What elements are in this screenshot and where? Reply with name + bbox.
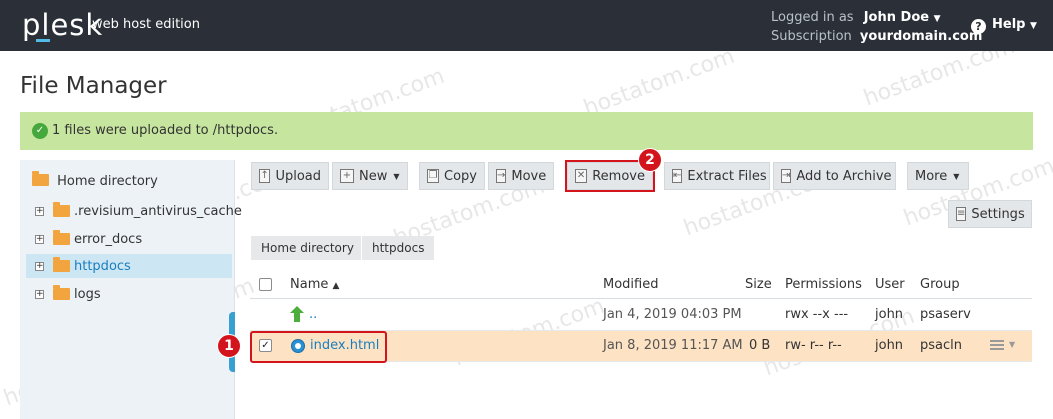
help-label: Help [992,17,1026,32]
tree-item-logs[interactable]: + logs [35,282,101,306]
subscription-label: Subscription [771,29,852,44]
remove-icon: ✕ [575,169,588,183]
tree-item-error-docs[interactable]: + error_docs [35,227,142,251]
column-header-size[interactable]: Size [745,277,772,292]
copy-label: Copy [444,168,477,184]
settings-button[interactable]: ≡ Settings [948,200,1032,228]
folder-icon [53,257,70,272]
row-modified: Jan 4, 2019 04:03 PM [603,307,742,322]
folder-icon [53,202,70,217]
folder-icon [32,171,49,186]
move-icon: → [496,169,507,183]
tree-root-home[interactable]: Home directory [32,171,158,189]
subscription-value[interactable]: yourdomain.com [860,29,982,44]
watermark: hostatom.com [580,43,738,122]
move-button[interactable]: → Move [488,162,554,190]
row-permissions[interactable]: rwx --x --- [785,307,848,322]
more-button[interactable]: More ▼ [907,162,969,190]
row-group: psacln [920,338,962,353]
expand-icon[interactable]: + [35,206,44,216]
tree-item-httpdocs[interactable]: + httpdocs [26,254,232,278]
row-menu-icon[interactable] [990,340,1004,351]
directory-tree: Home directory + .revisium_antivirus_cac… [20,160,242,419]
chevron-down-icon: ▼ [933,14,941,24]
add-to-archive-button[interactable]: ⇥ Add to Archive [773,162,896,190]
column-header-group[interactable]: Group [920,277,960,292]
expand-icon[interactable]: + [35,261,44,271]
upload-label: Upload [275,168,321,184]
folder-icon [53,285,70,300]
header-divider [250,298,1032,299]
up-arrow-icon [290,306,304,322]
name-header-label: Name [290,277,329,292]
row-user: john [875,338,904,353]
archive-icon: ⇥ [781,169,792,183]
row-permissions[interactable]: rw- r-- r-- [785,338,842,353]
tree-item-label: .revisium_antivirus_cache [74,203,242,219]
upload-icon: ↑ [259,169,271,183]
question-circle-icon: ? [971,19,986,34]
archive-label: Add to Archive [796,168,892,184]
chevron-down-icon: ▼ [1030,21,1037,31]
step-1-badge: 1 [217,334,241,358]
row-group: psaserv [920,307,971,322]
expand-icon[interactable]: + [35,234,44,244]
tree-item-label: error_docs [74,231,143,247]
remove-label: Remove [592,168,645,184]
row-user: john [875,307,904,322]
chevron-down-icon: ▼ [953,171,960,181]
tree-item-label: httpdocs [74,258,131,274]
logged-in-label: Logged in as [771,10,854,25]
help-menu[interactable]: ? Help ▼ [971,17,1037,34]
column-header-name[interactable]: Name ▲ [290,277,339,292]
tree-item-revisium[interactable]: + .revisium_antivirus_cache [35,199,242,223]
copy-button[interactable]: ❐ Copy [419,162,485,190]
logo-accent [36,39,50,42]
settings-label: Settings [971,206,1025,222]
row-modified: Jan 8, 2019 11:17 AM [603,338,743,353]
new-button[interactable]: + New ▼ [332,162,408,190]
move-label: Move [511,168,547,184]
extract-label: Extract Files [687,168,767,184]
parent-directory-link[interactable]: .. [309,307,317,322]
copy-icon: ❐ [427,169,440,183]
chevron-down-icon[interactable]: ▼ [1009,340,1015,349]
more-label: More [915,168,948,184]
tree-root-label: Home directory [57,174,158,189]
message-text: 1 files were uploaded to /httpdocs. [52,123,279,138]
column-header-modified[interactable]: Modified [603,277,658,292]
settings-icon: ≡ [956,207,967,221]
sort-asc-icon: ▲ [332,281,340,291]
breadcrumb-home[interactable]: Home directory [251,236,361,260]
row-size: 0 B [749,338,771,353]
select-all-checkbox[interactable] [259,278,272,291]
edition-label: web host edition [92,17,200,32]
column-header-permissions[interactable]: Permissions [785,277,862,292]
step-2-badge: 2 [638,148,662,172]
new-label: New [359,168,388,184]
user-menu[interactable]: John Doe ▼ [864,10,941,25]
chevron-down-icon: ▼ [393,171,400,181]
extract-files-button[interactable]: ⇤ Extract Files [664,162,770,190]
column-header-user[interactable]: User [875,277,905,292]
user-name: John Doe [863,10,930,25]
check-circle-icon: ✓ [32,123,48,139]
extract-icon: ⇤ [672,169,683,183]
folder-icon [53,230,70,245]
plus-icon: + [340,169,354,183]
page-title: File Manager [20,73,167,99]
tree-item-label: logs [74,286,101,302]
step-1-highlight [250,331,387,363]
upload-button[interactable]: ↑ Upload [251,162,329,190]
top-navigation-bar: plesk web host edition Logged in as John… [0,0,1053,51]
expand-icon[interactable]: + [35,289,44,299]
success-message: ✓ 1 files were uploaded to /httpdocs. [20,112,1033,150]
breadcrumb-httpdocs[interactable]: httpdocs [362,236,434,260]
account-info: Logged in as John Doe ▼ Subscription you… [771,9,982,45]
